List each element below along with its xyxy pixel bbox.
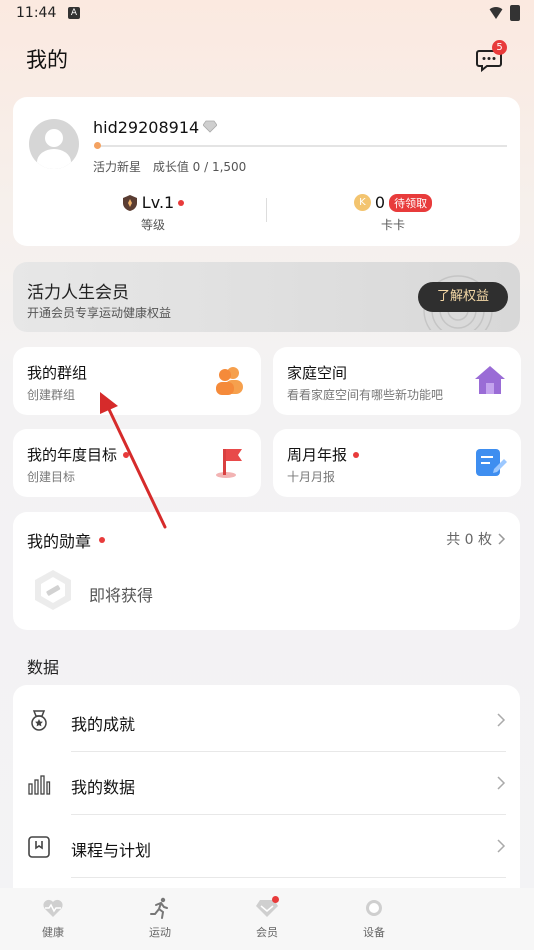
growth-value: 成长值 0 / 1,500 — [152, 160, 247, 174]
chevron-right-icon — [497, 713, 506, 727]
vip-title: 活力人生会员 — [27, 283, 129, 303]
level-name: 活力新星 — [93, 160, 142, 174]
card-label: 卡卡 — [380, 218, 405, 232]
status-time: 11:44 — [16, 5, 57, 21]
nav-tab-member[interactable]: 会员 — [237, 896, 297, 940]
level-new-dot — [178, 199, 185, 206]
tile-subtitle: 创建群组 — [27, 388, 76, 402]
list-divider — [71, 877, 506, 878]
level-value: Lv.1 — [141, 193, 175, 212]
tile-title: 我的群组 — [27, 364, 88, 382]
notification-icon: A — [68, 7, 80, 19]
report-icon — [476, 449, 507, 476]
tile-my-groups[interactable]: 我的群组 创建群组 — [13, 347, 261, 415]
card-stat[interactable]: K 0 待领取 卡卡 — [333, 193, 453, 233]
diamond-icon — [203, 120, 217, 133]
nav-tab-health[interactable]: 健康 — [23, 896, 83, 940]
data-list: 我的成就 我的数据 课程与计划 — [13, 685, 520, 900]
tile-title: 周月年报 — [287, 446, 348, 464]
vip-subtitle: 开通会员专享运动健康权益 — [27, 306, 172, 320]
tile-subtitle: 创建目标 — [27, 470, 76, 484]
nav-label: 设备 — [363, 926, 385, 939]
medal-placeholder-icon — [35, 570, 71, 610]
level-line: 活力新星 成长值 0 / 1,500 — [93, 158, 254, 175]
list-item-courses-plans[interactable]: 课程与计划 — [13, 815, 520, 877]
new-dot — [123, 451, 130, 458]
nav-tab-device[interactable]: 设备 — [344, 896, 404, 940]
username: hid29208914 — [93, 118, 200, 137]
list-item-label: 我的成就 — [71, 715, 136, 734]
avatar[interactable] — [29, 119, 79, 169]
tile-family-space[interactable]: 家庭空间 看看家庭空间有哪些新功能吧 — [273, 347, 521, 415]
message-count-badge: 5 — [492, 40, 507, 55]
new-dot — [99, 537, 106, 543]
medals-count: 共 0 枚 — [446, 532, 492, 548]
section-title: 数据 — [27, 658, 60, 677]
shield-icon — [122, 194, 137, 211]
list-item-achievements[interactable]: 我的成就 — [13, 689, 520, 751]
chevron-right-icon — [497, 839, 506, 853]
heart-icon — [43, 899, 63, 917]
tile-subtitle: 十月月报 — [287, 470, 336, 484]
medals-card[interactable]: 我的勋章 共 0 枚 即将获得 — [13, 512, 520, 630]
profile-card[interactable]: hid29208914 活力新星 成长值 0 / 1,500 Lv.1 等级 K… — [13, 97, 520, 246]
nav-label: 运动 — [149, 926, 171, 939]
new-dot — [353, 451, 360, 458]
tile-reports[interactable]: 周月年报 十月月报 — [273, 429, 521, 497]
medal-icon — [31, 710, 47, 731]
medals-title: 我的勋章 — [27, 532, 92, 551]
card-claim-badge[interactable]: 待领取 — [389, 193, 433, 212]
bar-chart-icon — [28, 775, 51, 795]
stat-divider — [266, 198, 267, 222]
status-bar: 11:44 A — [0, 0, 534, 28]
nav-tab-sport[interactable]: 运动 — [130, 896, 190, 940]
vip-learn-button[interactable]: 了解权益 — [418, 282, 508, 312]
growth-progress-track — [94, 145, 507, 147]
coin-icon: K — [353, 194, 371, 211]
list-item-label: 我的数据 — [71, 778, 136, 797]
tile-title: 我的年度目标 — [27, 446, 118, 464]
level-label: 等级 — [140, 218, 165, 232]
bottom-nav: 健康 运动 会员 设备 — [0, 888, 534, 950]
chevron-right-icon — [497, 776, 506, 790]
level-stat[interactable]: Lv.1 等级 — [93, 193, 213, 233]
tile-title: 家庭空间 — [287, 364, 348, 382]
list-item-my-data[interactable]: 我的数据 — [13, 752, 520, 814]
tile-subtitle: 看看家庭空间有哪些新功能吧 — [287, 388, 444, 402]
chevron-right-icon — [498, 533, 506, 545]
flag-icon — [216, 449, 242, 478]
vip-banner[interactable]: 活力人生会员 开通会员专享运动健康权益 了解权益 — [13, 262, 520, 332]
wifi-icon — [488, 7, 504, 19]
watch-icon — [366, 900, 382, 916]
medal-coming-soon: 即将获得 — [89, 586, 154, 605]
page-title: 我的 — [26, 48, 68, 72]
growth-progress-marker — [94, 142, 101, 149]
card-value: 0 — [374, 193, 386, 212]
status-right — [488, 5, 520, 21]
nav-label: 健康 — [42, 926, 64, 939]
nav-label: 会员 — [256, 926, 278, 939]
bookmark-icon — [28, 836, 50, 858]
list-item-label: 课程与计划 — [71, 841, 152, 860]
group-icon — [216, 367, 243, 395]
home-icon — [475, 366, 505, 394]
run-icon — [150, 897, 168, 919]
tile-annual-goal[interactable]: 我的年度目标 创建目标 — [13, 429, 261, 497]
battery-icon — [510, 5, 520, 21]
nav-new-dot — [272, 896, 279, 903]
